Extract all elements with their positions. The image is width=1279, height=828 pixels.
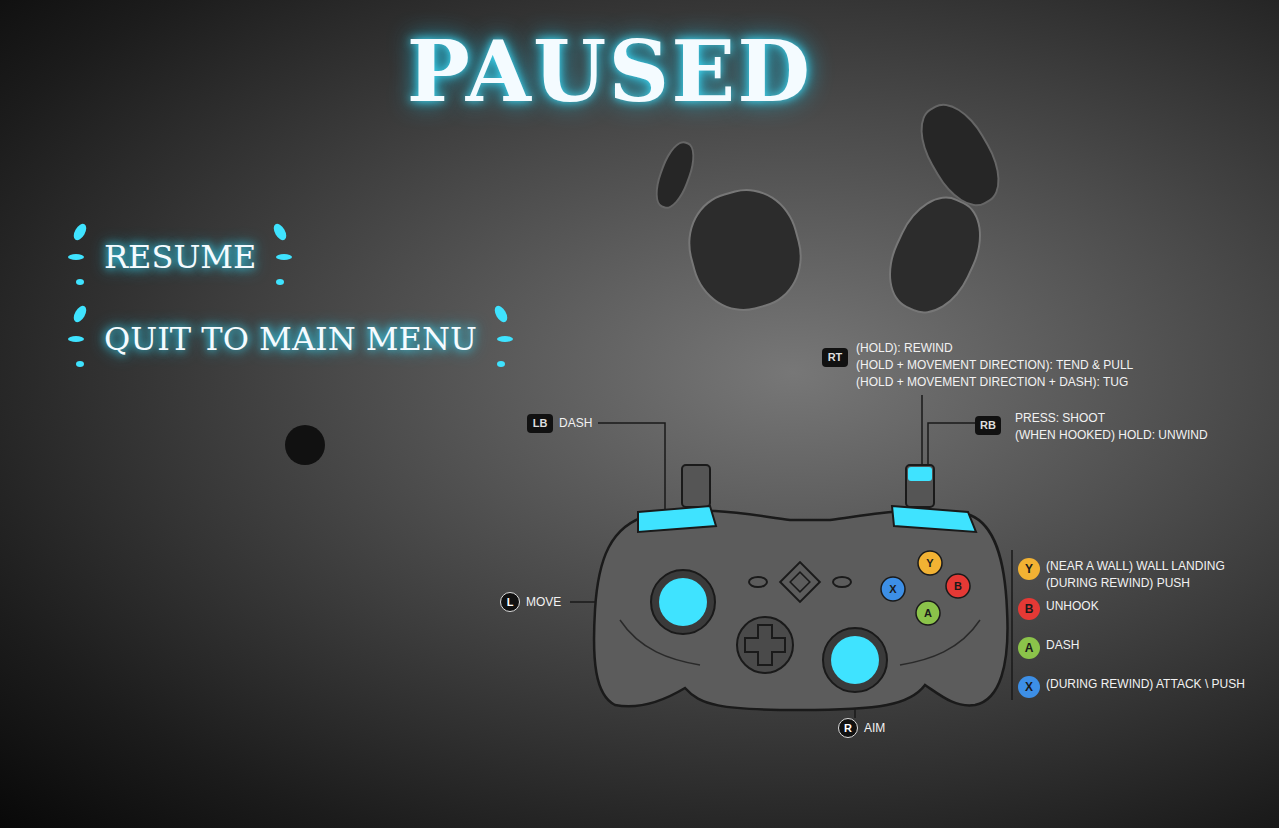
left-stick-callout: L MOVE <box>500 592 561 612</box>
menu-item[interactable]: RESUME <box>62 222 519 292</box>
svg-text:Y: Y <box>926 557 934 569</box>
control-description: (DURING REWIND) ATTACK \ PUSH <box>1046 676 1245 693</box>
key-badge: RB <box>975 416 1001 435</box>
right-stick-callout: R AIM <box>838 718 885 738</box>
scene-debris <box>649 137 701 213</box>
leaf-ornament-icon <box>62 222 92 292</box>
scene-debris <box>676 178 813 322</box>
control-description: (HOLD): REWIND(HOLD + MOVEMENT DIRECTION… <box>856 340 1133 391</box>
face-button-legend: B UNHOOK <box>1018 598 1099 620</box>
control-description: PRESS: SHOOT(WHEN HOOKED) HOLD: UNWIND <box>1015 410 1208 444</box>
rt-callout: RT (HOLD): REWIND(HOLD + MOVEMENT DIRECTI… <box>822 340 1133 391</box>
leaf-ornament-icon <box>268 222 298 292</box>
control-description: DASH <box>559 415 592 432</box>
control-description: UNHOOK <box>1046 598 1099 615</box>
face-button-badge: B <box>1018 598 1040 620</box>
pause-screen: PAUSEDRESUMEQUIT TO MAIN MENUYBAXLBDASHR… <box>0 0 1279 828</box>
svg-text:A: A <box>924 607 932 619</box>
rb-callout: RB PRESS: SHOOT(WHEN HOOKED) HOLD: UNWIND <box>975 410 1208 444</box>
menu-item[interactable]: QUIT TO MAIN MENU <box>62 304 519 374</box>
control-description: MOVE <box>526 594 561 611</box>
control-description: DASH <box>1046 637 1079 654</box>
key-badge: LB <box>527 414 553 433</box>
key-badge: RT <box>822 348 848 367</box>
face-button-legend: A DASH <box>1018 637 1079 659</box>
scene-debris <box>907 92 1014 217</box>
svg-text:B: B <box>954 580 962 592</box>
face-button-legend: X (DURING REWIND) ATTACK \ PUSH <box>1018 676 1245 698</box>
pause-title: PAUSED <box>407 30 813 114</box>
leaf-ornament-icon <box>489 304 519 374</box>
leaf-ornament-icon <box>62 304 92 374</box>
stick-badge: L <box>500 592 520 612</box>
controller-diagram: YBAXLBDASHRT(HOLD): REWIND(HOLD + MOVEME… <box>500 320 1279 760</box>
face-button-badge: A <box>1018 637 1040 659</box>
pause-menu: RESUME QUIT TO MAIN MENU <box>62 222 519 374</box>
face-button-badge: X <box>1018 676 1040 698</box>
control-description: AIM <box>864 720 885 737</box>
face-button-badge: Y <box>1018 558 1040 580</box>
scene-creature <box>285 425 325 465</box>
svg-text:X: X <box>889 583 897 595</box>
stick-badge: R <box>838 718 858 738</box>
face-button-legend: Y (NEAR A WALL) WALL LANDING(DURING REWIN… <box>1018 558 1225 592</box>
control-description: (NEAR A WALL) WALL LANDING(DURING REWIND… <box>1046 558 1225 592</box>
lb-callout: LB DASH <box>527 414 592 433</box>
